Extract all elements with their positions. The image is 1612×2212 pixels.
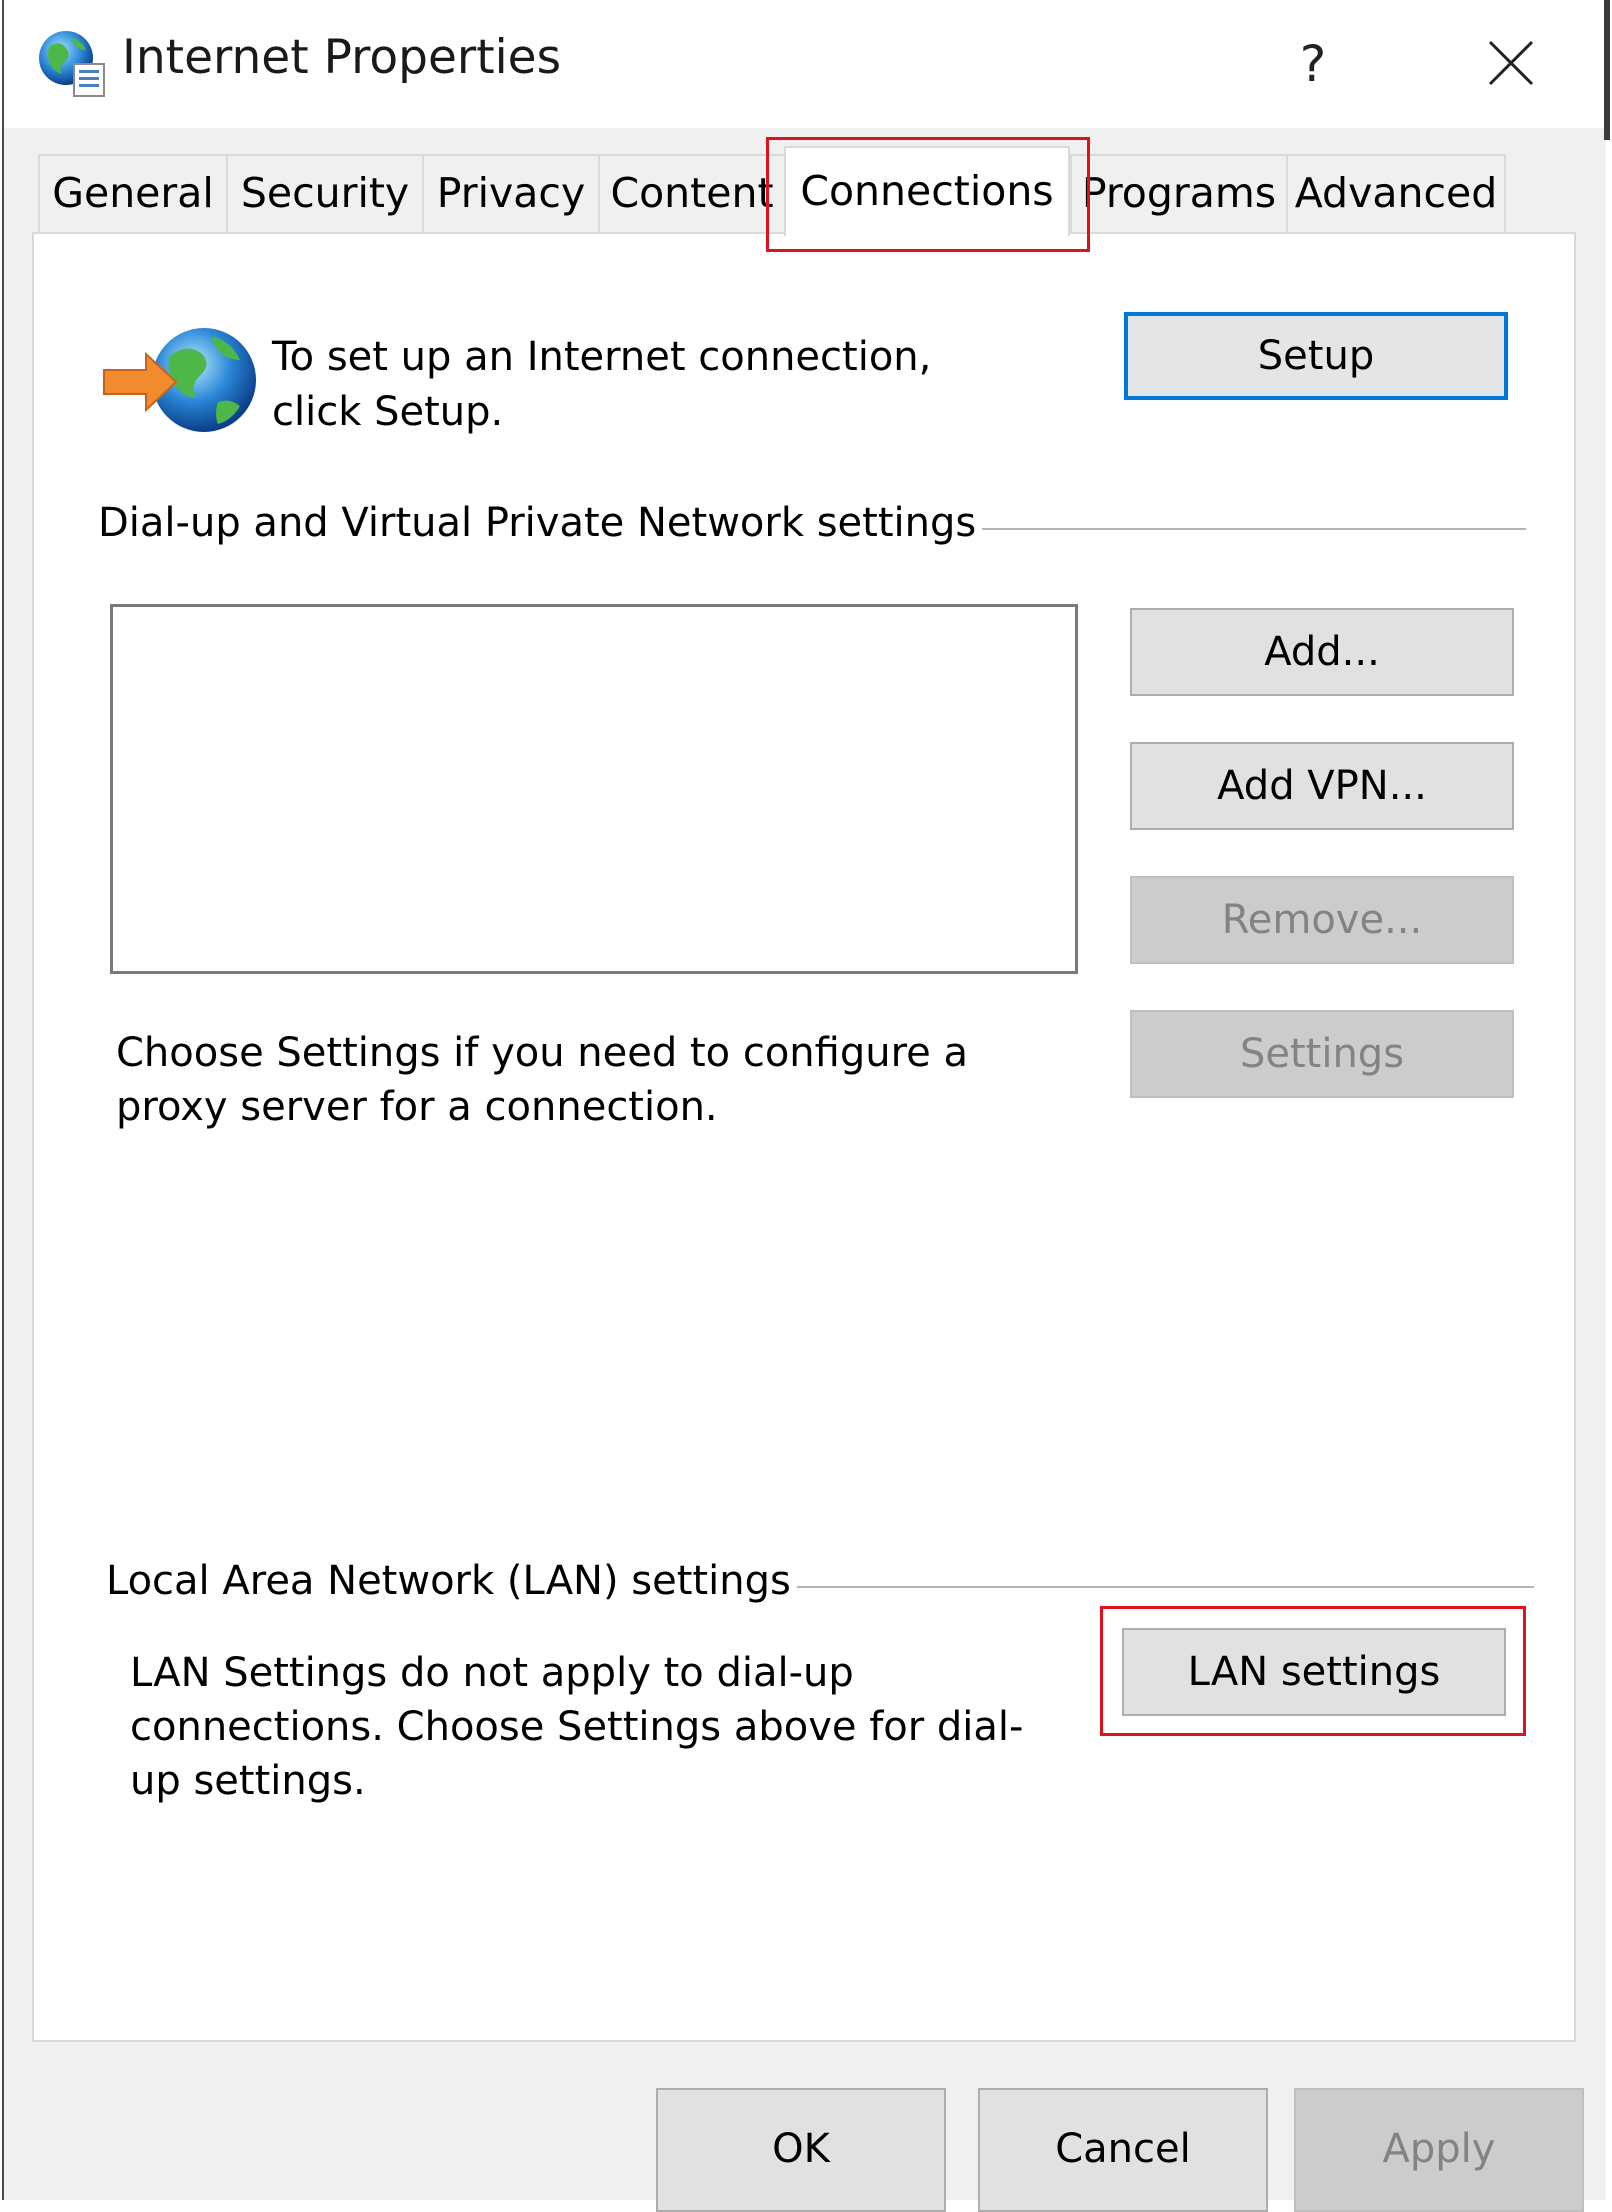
settings-button[interactable]: Settings	[1130, 1010, 1514, 1098]
window-title: Internet Properties	[122, 30, 562, 85]
tab-privacy[interactable]: Privacy	[422, 154, 600, 232]
tab-security[interactable]: Security	[226, 154, 424, 232]
add-vpn-button[interactable]: Add VPN...	[1130, 742, 1514, 830]
window-edge	[1604, 0, 1610, 140]
connections-panel: To set up an Internet connection, click …	[32, 232, 1576, 2042]
tab-content[interactable]: Content	[598, 154, 786, 232]
internet-options-icon	[39, 31, 105, 97]
proxy-description: Choose Settings if you need to configure…	[116, 1030, 968, 1130]
setup-description: To set up an Internet connection, click …	[272, 334, 932, 435]
close-button[interactable]	[1458, 22, 1568, 106]
tab-programs[interactable]: Programs	[1070, 154, 1288, 232]
close-icon	[1488, 40, 1534, 86]
internet-connection-icon	[103, 328, 256, 432]
tab-advanced[interactable]: Advanced	[1286, 154, 1506, 232]
connections-list[interactable]	[110, 604, 1078, 974]
help-button[interactable]: ?	[1268, 22, 1358, 106]
connections-tab-highlight	[766, 137, 1090, 252]
remove-button[interactable]: Remove...	[1130, 876, 1514, 964]
title-bar[interactable]: Internet Properties ?	[4, 0, 1608, 128]
lan-settings-highlight	[1100, 1606, 1526, 1736]
add-button[interactable]: Add...	[1130, 608, 1514, 696]
tab-general[interactable]: General	[38, 154, 228, 232]
lan-group-label: Local Area Network (LAN) settings	[106, 1558, 797, 1604]
dialup-group-divider	[944, 528, 1526, 530]
dialup-group-label: Dial-up and Virtual Private Network sett…	[98, 500, 983, 546]
lan-group-divider	[734, 1586, 1534, 1588]
ok-button[interactable]: OK	[656, 2088, 946, 2212]
setup-button[interactable]: Setup	[1124, 312, 1508, 400]
internet-properties-dialog: Internet Properties ? General Security P…	[2, 0, 1608, 2212]
cancel-button[interactable]: Cancel	[978, 2088, 1268, 2212]
lan-description: LAN Settings do not apply to dial-up con…	[130, 1650, 1024, 1804]
apply-button[interactable]: Apply	[1294, 2088, 1584, 2212]
